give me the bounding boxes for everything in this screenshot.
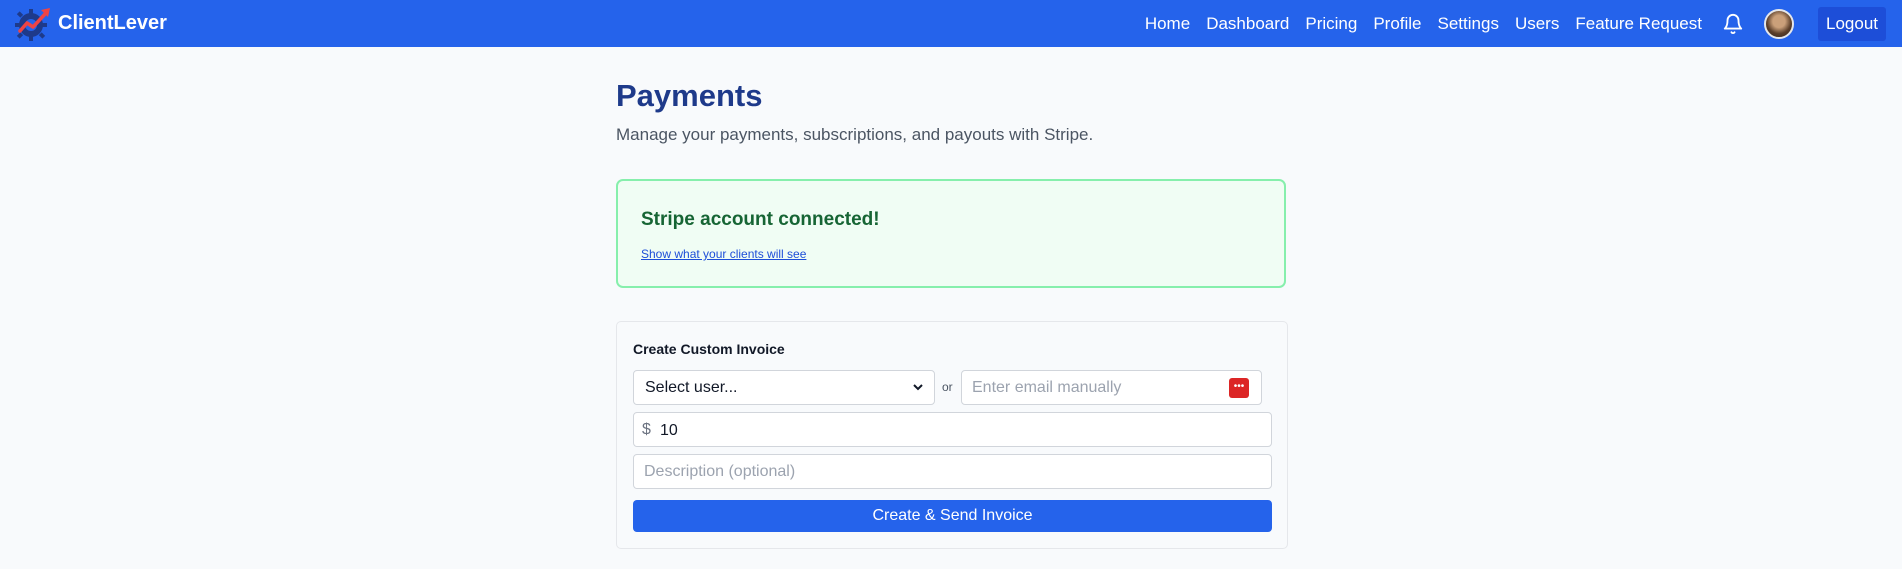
amount-field-wrapper: $ [633, 412, 1272, 447]
logout-button[interactable]: Logout [1818, 6, 1886, 41]
description-input[interactable] [642, 455, 1266, 488]
user-select[interactable]: Select user... [633, 370, 935, 405]
nav-users[interactable]: Users [1515, 14, 1559, 34]
password-manager-icon[interactable]: ••• [1229, 378, 1249, 398]
page-title: Payments [616, 78, 763, 113]
logo-icon [15, 7, 50, 41]
email-field[interactable] [970, 371, 1214, 404]
description-field-wrapper [633, 454, 1272, 489]
nav-home[interactable]: Home [1145, 14, 1190, 34]
avatar[interactable] [1764, 8, 1794, 39]
nav-pricing[interactable]: Pricing [1305, 14, 1357, 34]
chevron-down-icon [913, 384, 923, 391]
alert-title: Stripe account connected! [641, 209, 880, 230]
currency-symbol: $ [642, 421, 651, 438]
brand-name: ClientLever [58, 12, 167, 34]
custom-invoice-card: Create Custom Invoice Select user... or … [616, 321, 1288, 549]
brand[interactable]: ClientLever [14, 5, 167, 43]
page-subtitle: Manage your payments, subscriptions, and… [616, 125, 1094, 144]
nav-dashboard[interactable]: Dashboard [1206, 14, 1289, 34]
client-preview-link[interactable]: Show what your clients will see [641, 247, 806, 261]
amount-input[interactable] [658, 414, 1262, 447]
or-separator: or [942, 380, 953, 394]
email-field-wrapper: ••• [961, 370, 1262, 405]
top-navbar: ClientLever Home Dashboard Pricing Profi… [0, 0, 1902, 47]
nav-settings[interactable]: Settings [1438, 14, 1499, 34]
nav-links: Home Dashboard Pricing Profile Settings … [1145, 0, 1886, 47]
invoice-card-title: Create Custom Invoice [633, 341, 785, 357]
nav-profile[interactable]: Profile [1373, 14, 1421, 34]
nav-feature-request[interactable]: Feature Request [1575, 14, 1702, 34]
bell-icon[interactable] [1722, 13, 1744, 35]
stripe-connected-alert: Stripe account connected! Show what your… [616, 179, 1286, 288]
create-send-invoice-button[interactable]: Create & Send Invoice [633, 500, 1272, 532]
user-select-value: Select user... [645, 379, 738, 396]
